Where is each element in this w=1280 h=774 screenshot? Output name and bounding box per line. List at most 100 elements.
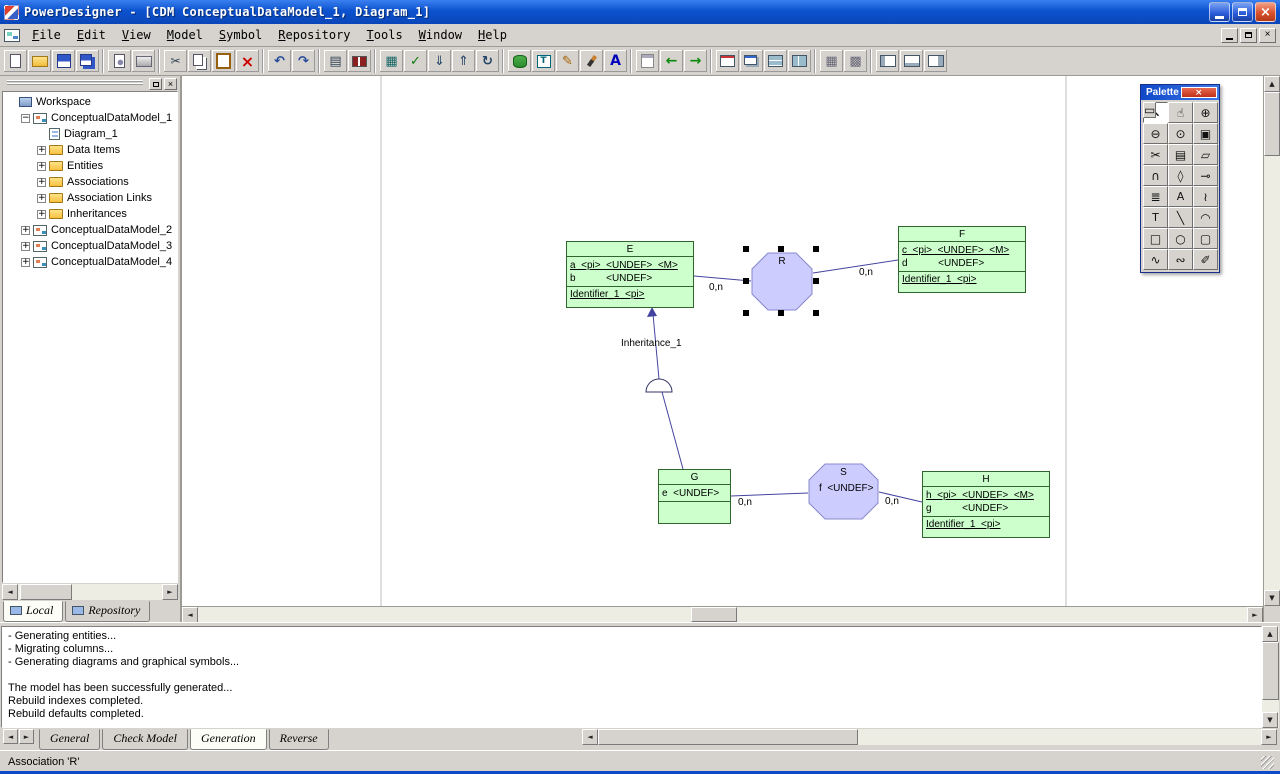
lasso[interactable] xyxy=(1193,249,1218,270)
sep[interactable] xyxy=(708,49,715,73)
scroll-up-button[interactable]: ▲ xyxy=(1264,76,1280,92)
undo[interactable] xyxy=(268,50,291,72)
sep[interactable] xyxy=(260,49,267,73)
scroll-track[interactable] xyxy=(598,729,1261,745)
entities[interactable]: Entities xyxy=(5,158,177,174)
check-model[interactable] xyxy=(404,50,427,72)
mdi-minimize-button[interactable] xyxy=(1221,28,1238,43)
repository[interactable]: Repository xyxy=(270,25,358,45)
selection-handle[interactable] xyxy=(813,278,819,284)
conceptualdatamodel-3[interactable]: ConceptualDataModel_3 xyxy=(5,238,177,254)
save-all[interactable] xyxy=(76,50,99,72)
font[interactable] xyxy=(604,50,627,72)
window-tile-v[interactable] xyxy=(788,50,811,72)
tree-expand-toggle[interactable] xyxy=(21,258,30,267)
help[interactable]: Help xyxy=(470,25,515,45)
scroll-left-button[interactable]: ◄ xyxy=(182,607,198,623)
tab-scroll-right-button[interactable]: ► xyxy=(19,729,34,744)
open[interactable] xyxy=(28,50,51,72)
copy[interactable] xyxy=(188,50,211,72)
window-cascade[interactable] xyxy=(740,50,763,72)
close-button[interactable]: × xyxy=(1255,2,1276,22)
tree-expand-toggle[interactable] xyxy=(21,226,30,235)
scroll-thumb[interactable] xyxy=(598,729,858,745)
entity[interactable] xyxy=(1143,102,1156,118)
note-link[interactable] xyxy=(1193,186,1218,207)
polyline[interactable] xyxy=(1143,249,1168,270)
diagram-1[interactable]: Diagram_1 xyxy=(5,126,177,142)
freeform[interactable] xyxy=(1168,249,1193,270)
zoom-out[interactable] xyxy=(1143,123,1168,144)
association-link[interactable] xyxy=(1193,165,1218,186)
scroll-right-button[interactable]: ► xyxy=(1261,729,1277,745)
relationship[interactable] xyxy=(1193,144,1218,165)
redo[interactable] xyxy=(292,50,315,72)
mdi-close-button[interactable]: × xyxy=(1259,28,1276,43)
delete[interactable] xyxy=(236,50,259,72)
format[interactable] xyxy=(636,50,659,72)
tab-scroll-left-button[interactable]: ◄ xyxy=(3,729,18,744)
associations[interactable]: Associations xyxy=(5,174,177,190)
rectangle[interactable] xyxy=(1143,228,1168,249)
conceptualdatamodel-2[interactable]: ConceptualDataModel_2 xyxy=(5,222,177,238)
grid[interactable] xyxy=(820,50,843,72)
diagram-canvas[interactable]: E a <pi> <UNDEF> <M>b <UNDEF> Identifier… xyxy=(182,76,1263,606)
refresh[interactable] xyxy=(476,50,499,72)
selection-handle[interactable] xyxy=(813,310,819,316)
scroll-thumb[interactable] xyxy=(20,584,72,600)
scroll-right-button[interactable]: ► xyxy=(1247,607,1263,623)
database[interactable] xyxy=(508,50,531,72)
selection-handle[interactable] xyxy=(778,310,784,316)
layout-output[interactable] xyxy=(900,50,923,72)
sep[interactable] xyxy=(812,49,819,73)
generate[interactable] xyxy=(428,50,451,72)
mdi-restore-button[interactable] xyxy=(1240,28,1257,43)
table-tool[interactable] xyxy=(532,50,555,72)
save[interactable] xyxy=(52,50,75,72)
back[interactable] xyxy=(660,50,683,72)
sep[interactable] xyxy=(156,49,163,73)
layout-browser[interactable] xyxy=(876,50,899,72)
brush[interactable] xyxy=(580,50,603,72)
cut[interactable] xyxy=(164,50,187,72)
line[interactable] xyxy=(1168,207,1193,228)
conceptualdatamodel-1[interactable]: ConceptualDataModel_1 xyxy=(5,110,177,126)
forward[interactable] xyxy=(684,50,707,72)
tree-expand-toggle[interactable] xyxy=(37,178,46,187)
scroll-up-button[interactable]: ▲ xyxy=(1262,626,1278,642)
scroll-left-button[interactable]: ◄ xyxy=(582,729,598,745)
snap[interactable] xyxy=(844,50,867,72)
scroll-left-button[interactable]: ◄ xyxy=(2,584,18,600)
sep[interactable] xyxy=(372,49,379,73)
scroll-track[interactable] xyxy=(198,607,1247,622)
edit[interactable]: Edit xyxy=(69,25,114,45)
sep[interactable] xyxy=(868,49,875,73)
browser-close-button[interactable]: × xyxy=(164,78,177,90)
scroll-thumb[interactable] xyxy=(1264,92,1280,156)
scroll-down-button[interactable]: ▼ xyxy=(1262,712,1278,728)
palette-close-button[interactable]: × xyxy=(1181,87,1218,98)
package[interactable] xyxy=(1168,144,1193,165)
new[interactable] xyxy=(4,50,27,72)
grabber[interactable] xyxy=(1168,102,1193,123)
tree-expand-toggle[interactable] xyxy=(21,114,30,123)
entity-h[interactable]: H h <pi> <UNDEF> <M>g <UNDEF> Identifier… xyxy=(922,471,1050,538)
list-report[interactable] xyxy=(380,50,403,72)
tree-expand-toggle[interactable] xyxy=(37,146,46,155)
association[interactable] xyxy=(1168,165,1193,186)
browser-float-button[interactable] xyxy=(149,78,162,90)
report[interactable] xyxy=(348,50,371,72)
reverse[interactable] xyxy=(452,50,475,72)
association-r[interactable]: R xyxy=(751,252,813,311)
selection-handle[interactable] xyxy=(743,278,749,284)
note[interactable] xyxy=(1143,186,1168,207)
view[interactable]: View xyxy=(114,25,159,45)
scroll-track[interactable] xyxy=(1264,92,1280,590)
output-log[interactable]: - Generating entities...- Migrating colu… xyxy=(1,626,1262,728)
paste[interactable] xyxy=(212,50,235,72)
global-view[interactable] xyxy=(1168,123,1193,144)
general[interactable]: General xyxy=(39,729,100,750)
arc[interactable] xyxy=(1193,207,1218,228)
sep[interactable] xyxy=(100,49,107,73)
model[interactable]: Model xyxy=(159,25,211,45)
